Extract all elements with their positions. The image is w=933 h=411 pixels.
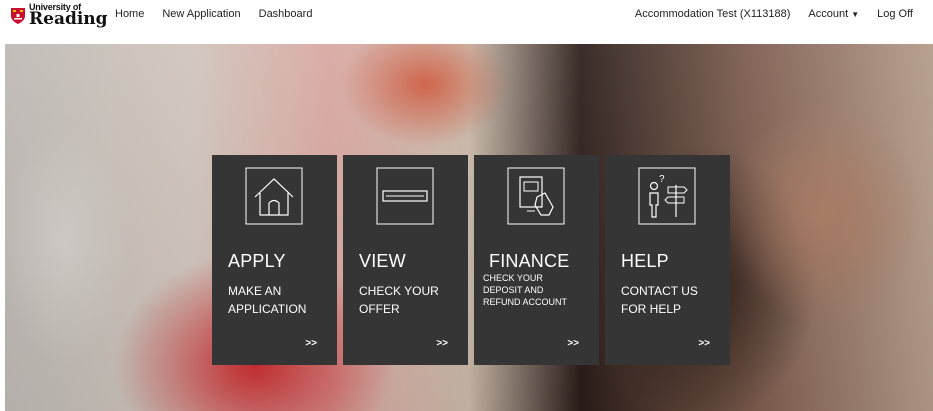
help-title: HELP <box>621 251 669 271</box>
view-subtitle-line2: OFFER <box>359 302 400 316</box>
finance-arrow[interactable]: >> <box>567 338 579 349</box>
finance-subtitle-line2: DEPOSIT AND <box>483 285 544 295</box>
help-subtitle-line1: CONTACT US <box>621 284 698 298</box>
finance-subtitle-line3: REFUND ACCOUNT <box>483 297 568 307</box>
card-payment-icon <box>507 167 565 225</box>
view-subtitle-line1: CHECK YOUR <box>359 284 439 298</box>
svg-text:?: ? <box>659 174 665 185</box>
document-icon <box>376 167 434 225</box>
top-navbar: University of Reading Home New Applicati… <box>0 0 933 44</box>
house-icon <box>245 167 303 225</box>
nav-user-name[interactable]: Accommodation Test (X113188) <box>635 8 791 20</box>
view-arrow[interactable]: >> <box>436 338 448 349</box>
apply-subtitle-line2: APPLICATION <box>228 302 307 316</box>
apply-title: APPLY <box>228 251 286 271</box>
account-label: Account <box>808 8 849 20</box>
apply-arrow[interactable]: >> <box>305 338 317 349</box>
help-subtitle: CONTACT US FOR HELP <box>621 282 721 318</box>
apply-subtitle-line1: MAKE AN <box>228 284 282 298</box>
apply-subtitle: MAKE AN APPLICATION <box>228 282 328 318</box>
apply-tile[interactable]: APPLY MAKE AN APPLICATION >> <box>212 155 337 365</box>
nav-account-dropdown[interactable]: Account ▼ <box>808 8 859 20</box>
logo-line2: Reading <box>29 9 108 29</box>
nav-home-link[interactable]: Home <box>115 8 144 20</box>
view-tile[interactable]: VIEW CHECK YOUR OFFER >> <box>343 155 468 365</box>
caret-down-icon: ▼ <box>851 10 860 19</box>
finance-subtitle: CHECK YOUR DEPOSIT AND REFUND ACCOUNT <box>483 272 595 308</box>
nav-dashboard-link[interactable]: Dashboard <box>259 8 313 20</box>
finance-title: FINANCE <box>489 251 570 271</box>
university-logo[interactable]: University of Reading <box>10 3 108 28</box>
view-title: VIEW <box>359 251 406 271</box>
finance-subtitle-line1: CHECK YOUR <box>483 273 543 283</box>
help-tile[interactable]: ? HELP CONTACT US FOR HELP >> <box>605 155 730 365</box>
nav-logoff-link[interactable]: Log Off <box>877 8 913 20</box>
view-subtitle: CHECK YOUR OFFER <box>359 282 459 318</box>
hero-shade <box>5 44 933 411</box>
finance-tile[interactable]: FINANCE CHECK YOUR DEPOSIT AND REFUND AC… <box>474 155 599 365</box>
help-subtitle-line2: FOR HELP <box>621 302 682 316</box>
hero-banner: APPLY MAKE AN APPLICATION >> VIEW CHECK … <box>5 44 933 411</box>
help-arrow[interactable]: >> <box>698 338 710 349</box>
crest-icon <box>11 7 25 24</box>
nav-new-application-link[interactable]: New Application <box>162 8 240 20</box>
help-signpost-icon: ? <box>638 167 696 225</box>
